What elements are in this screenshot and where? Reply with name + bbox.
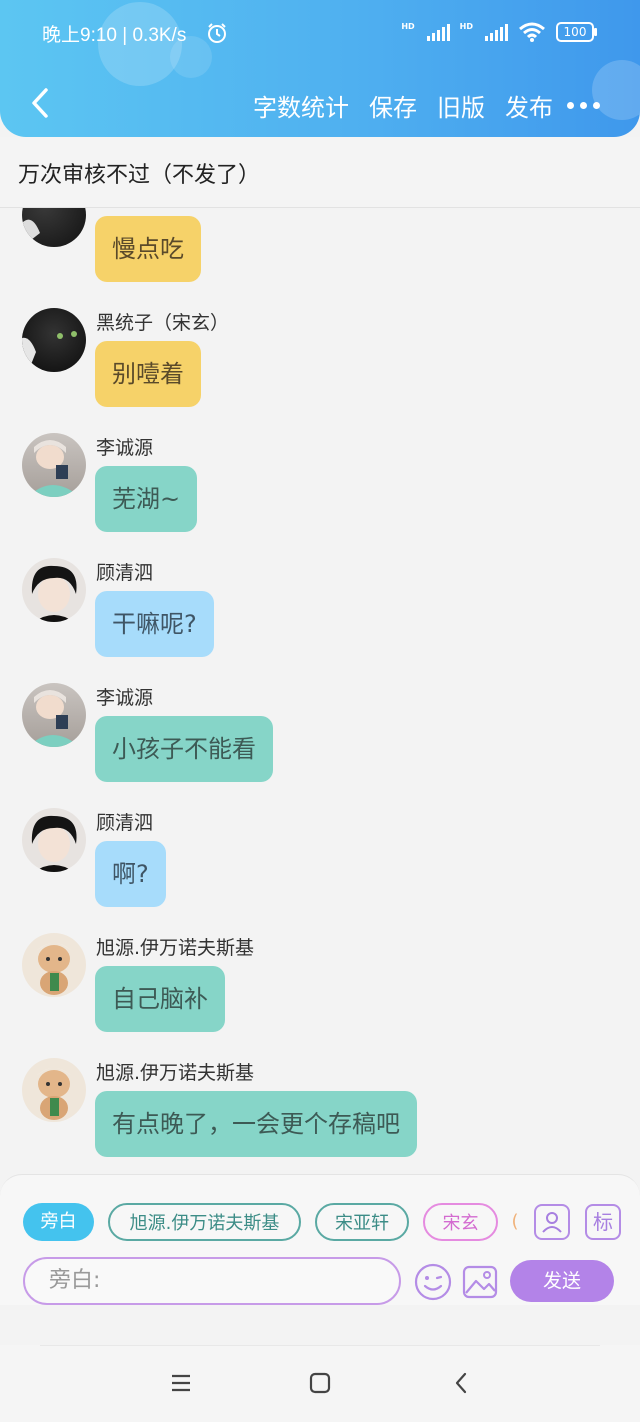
message-bubble[interactable]: 自己脑补	[95, 966, 225, 1032]
battery-icon: 100	[556, 22, 597, 42]
compose-panel: 旁白 旭源.伊万诺夫斯基 宋亚轩 宋玄 ( 标 旁白: 发送	[0, 1174, 640, 1305]
role-chip-narration[interactable]: 旁白	[23, 1203, 94, 1241]
save-button[interactable]: 保存	[369, 88, 417, 123]
signal-icon	[426, 23, 450, 41]
speaker-name: 李诚源	[96, 437, 154, 459]
wifi-icon	[519, 22, 545, 42]
chat-list[interactable]: 慢点吃 黑统子（宋玄） 别噎着 李诚源 芜湖~ 顾清泗 干嘛呢? 李诚源 小孩子…	[0, 208, 640, 1174]
hd-label: HD	[401, 22, 415, 31]
status-icons: HD HD 100	[401, 22, 597, 42]
avatar-black-cat[interactable]	[22, 208, 86, 247]
avatar-boy-dark-hair[interactable]	[22, 558, 86, 622]
word-count-button[interactable]: 字数统计	[253, 88, 349, 123]
menu-icon[interactable]	[170, 1373, 192, 1393]
image-icon[interactable]	[462, 1264, 498, 1300]
message-bubble[interactable]: 慢点吃	[95, 216, 201, 282]
avatar-cute-bear[interactable]	[22, 933, 86, 997]
send-button[interactable]: 发送	[510, 1260, 614, 1302]
story-title-row[interactable]: 万次审核不过（不发了）	[0, 137, 640, 208]
speaker-name: 旭源.伊万诺夫斯基	[96, 937, 255, 959]
speaker-name: 李诚源	[96, 687, 154, 709]
message-bubble[interactable]: 芜湖~	[95, 466, 198, 532]
role-chip-xuyuan[interactable]: 旭源.伊万诺夫斯基	[108, 1203, 301, 1241]
more-icon[interactable]	[567, 102, 600, 109]
back-icon[interactable]	[452, 1371, 470, 1395]
character-manage-icon[interactable]	[534, 1204, 570, 1240]
message-bubble[interactable]: 小孩子不能看	[95, 716, 273, 782]
avatar-black-cat[interactable]	[22, 308, 86, 372]
app-header: 晚上9:10 | 0.3K/s HD HD 100 字数统计 保存 旧版 发布	[0, 0, 640, 137]
avatar-cute-bear[interactable]	[22, 1058, 86, 1122]
signal-icon	[485, 23, 508, 41]
system-nav-bar	[0, 1345, 640, 1422]
status-time-speed: 晚上9:10 | 0.3K/s	[42, 25, 187, 46]
speaker-name: 黑统子（宋玄）	[96, 312, 230, 334]
role-chip-partial[interactable]: (	[511, 1203, 519, 1241]
speaker-name: 顾清泗	[96, 812, 154, 834]
message-bubble[interactable]: 啊?	[95, 841, 166, 907]
role-chip-songxuan[interactable]: 宋玄	[423, 1203, 498, 1241]
publish-button[interactable]: 发布	[505, 88, 553, 123]
avatar-boy-mirror[interactable]	[22, 433, 86, 497]
hd-label: HD	[459, 22, 473, 31]
avatar-boy-dark-hair[interactable]	[22, 808, 86, 872]
message-bubble[interactable]: 干嘛呢?	[95, 591, 214, 657]
message-bubble[interactable]: 别噎着	[95, 341, 201, 407]
speaker-name: 顾清泗	[96, 562, 154, 584]
avatar-boy-mirror[interactable]	[22, 683, 86, 747]
emoji-icon[interactable]	[414, 1263, 452, 1301]
message-bubble[interactable]: 有点晚了，一会更个存稿吧	[95, 1091, 417, 1157]
alarm-icon	[208, 23, 226, 43]
divider	[40, 1345, 600, 1346]
role-chip-songyaxuan[interactable]: 宋亚轩	[315, 1203, 409, 1241]
mark-icon[interactable]: 标	[585, 1204, 621, 1240]
toolbar: 字数统计 保存 旧版 发布	[253, 88, 640, 123]
home-icon[interactable]	[309, 1372, 331, 1394]
back-arrow-icon[interactable]	[24, 86, 58, 120]
message-input[interactable]: 旁白:	[23, 1257, 401, 1305]
speaker-name: 旭源.伊万诺夫斯基	[96, 1062, 255, 1084]
old-version-button[interactable]: 旧版	[437, 88, 485, 123]
story-title: 万次审核不过（不发了）	[18, 163, 261, 188]
